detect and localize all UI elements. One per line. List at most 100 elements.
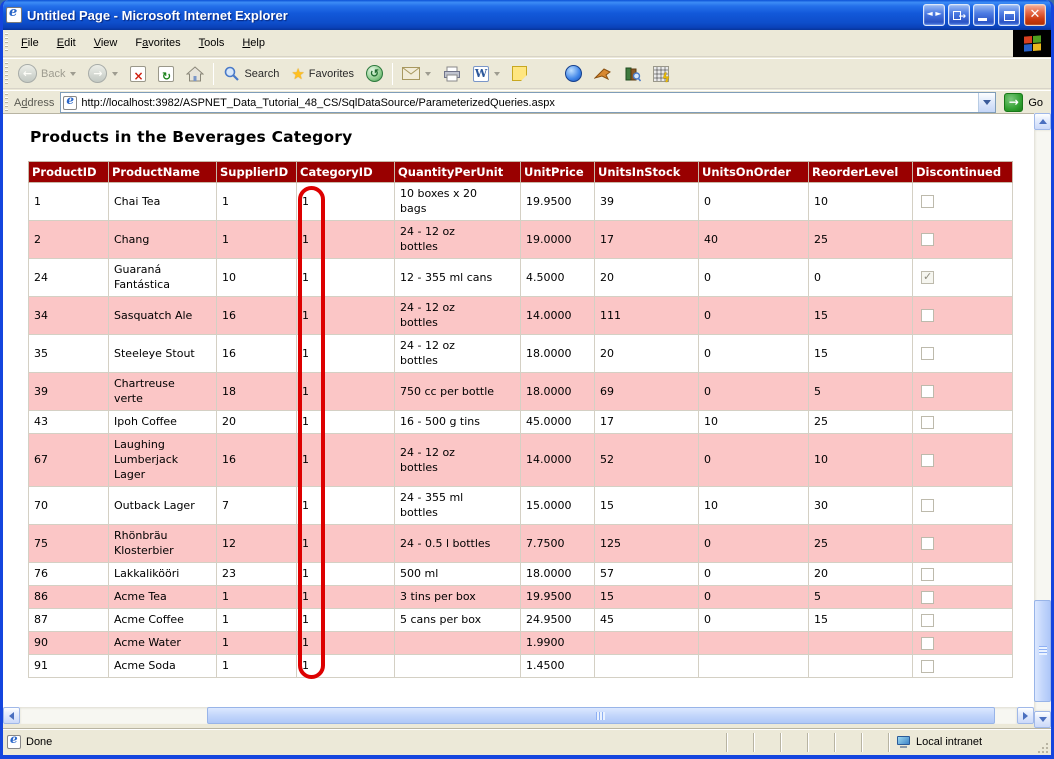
discontinued-checkbox[interactable] [921,454,934,467]
table-cell: 15 [809,609,913,632]
menu-item-edit[interactable]: Edit [48,33,85,53]
discontinued-checkbox[interactable] [921,233,934,246]
table-cell [913,434,1013,487]
discontinued-checkbox[interactable] [921,271,934,284]
developer-grid-button[interactable] [647,61,675,87]
table-cell: 10 boxes x 20 bags [395,183,521,221]
table-cell: Chartreuse verte [109,373,217,411]
table-cell: 39 [29,373,109,411]
research-icon [624,66,641,82]
home-button[interactable] [180,61,210,87]
table-cell: 1 [297,609,395,632]
table-cell: 1 [297,487,395,525]
edit-with-word-button[interactable]: W [467,61,506,87]
table-cell [595,632,699,655]
horizontal-scroll-track[interactable] [20,707,1017,724]
scroll-up-button[interactable] [1034,113,1051,130]
binary-grid-icon [653,66,669,82]
titlebar-popout-button[interactable]: → [948,4,970,26]
menu-item-favorites[interactable]: Favorites [126,33,189,53]
table-cell: 0 [809,259,913,297]
menu-item-help[interactable]: Help [233,33,274,53]
discontinued-checkbox[interactable] [921,614,934,627]
messenger-button[interactable] [559,61,588,87]
titlebar[interactable]: Untitled Page - Microsoft Internet Explo… [0,0,1054,30]
print-button[interactable] [437,61,467,87]
table-cell: 57 [595,563,699,586]
table-row: 2Chang1124 - 12 oz bottles19.0000174025 [29,221,1013,259]
table-cell: 70 [29,487,109,525]
table-cell: 16 [217,297,297,335]
table-cell: 5 cans per box [395,609,521,632]
addon-button[interactable] [588,61,618,87]
table-cell: 45.0000 [521,411,595,434]
arrow-up-icon [1039,119,1047,124]
scroll-down-button[interactable] [1034,711,1051,728]
toolbar-grip[interactable] [5,33,8,54]
toolbar-grip[interactable] [5,62,8,85]
table-cell [699,632,809,655]
discontinued-checkbox[interactable] [921,347,934,360]
forward-button[interactable]: → [82,61,124,87]
toolbar-grip[interactable] [5,93,8,111]
table-row: 75Rhönbräu Klosterbier12124 - 0.5 l bott… [29,525,1013,563]
table-cell [913,259,1013,297]
menu-item-file[interactable]: File [12,33,48,53]
table-cell: 39 [595,183,699,221]
minimize-button[interactable] [973,4,995,26]
scroll-left-button[interactable] [3,707,20,724]
table-cell: 25 [809,411,913,434]
vertical-scroll-thumb[interactable] [1034,600,1051,702]
column-header-discontinued: Discontinued [913,162,1013,183]
discontinued-checkbox[interactable] [921,637,934,650]
search-button[interactable]: Search [217,61,285,87]
discontinued-checkbox[interactable] [921,195,934,208]
table-cell: 12 - 355 ml cans [395,259,521,297]
table-cell [595,655,699,678]
resize-grip[interactable] [1035,741,1049,755]
mail-button[interactable] [396,61,437,87]
research-button[interactable] [618,61,647,87]
address-dropdown-button[interactable] [978,93,995,112]
close-button[interactable]: ✕ [1024,4,1046,26]
discontinued-checkbox[interactable] [921,537,934,550]
menu-item-tools[interactable]: Tools [190,33,234,53]
refresh-icon: ↻ [158,66,174,82]
table-header-row: ProductIDProductNameSupplierIDCategoryID… [29,162,1013,183]
discontinued-checkbox[interactable] [921,416,934,429]
menu-item-view[interactable]: View [85,33,127,53]
horizontal-scroll-thumb[interactable] [207,707,995,724]
address-input[interactable]: http://localhost:3982/ASPNET_Data_Tutori… [60,92,996,113]
discontinued-checkbox[interactable] [921,385,934,398]
vertical-scroll-track[interactable] [1034,130,1051,711]
table-cell: 14.0000 [521,297,595,335]
address-url-text: http://localhost:3982/ASPNET_Data_Tutori… [81,97,978,109]
discontinued-checkbox[interactable] [921,591,934,604]
titlebar-horizontal-arrows-button[interactable]: ◄ ► [923,4,945,26]
scroll-right-button[interactable] [1017,707,1034,724]
discontinued-checkbox[interactable] [921,499,934,512]
table-cell: 10 [699,487,809,525]
history-button[interactable]: ↺ [360,61,389,87]
table-cell: Acme Tea [109,586,217,609]
table-row: 43Ipoh Coffee20116 - 500 g tins45.000017… [29,411,1013,434]
horizontal-scrollbar[interactable] [3,707,1034,724]
maximize-button[interactable] [998,4,1020,26]
back-button[interactable]: ← Back [12,61,82,87]
table-cell: 7 [217,487,297,525]
back-dropdown-icon [70,72,76,76]
discontinued-checkbox[interactable] [921,568,934,581]
table-cell [913,297,1013,335]
table-cell: 10 [217,259,297,297]
table-cell: 20 [595,259,699,297]
page-content: Products in the Beverages Category Produ… [3,113,1034,711]
discontinued-checkbox[interactable] [921,660,934,673]
refresh-button[interactable]: ↻ [152,61,180,87]
discontinued-checkbox[interactable] [921,309,934,322]
discuss-button[interactable] [506,61,533,87]
stop-button[interactable]: × [124,61,152,87]
favorites-button[interactable]: ★ Favorites [285,61,360,87]
vertical-scrollbar[interactable] [1034,113,1051,728]
go-button[interactable]: → [1004,93,1023,112]
table-row: 70Outback Lager7124 - 355 ml bottles15.0… [29,487,1013,525]
